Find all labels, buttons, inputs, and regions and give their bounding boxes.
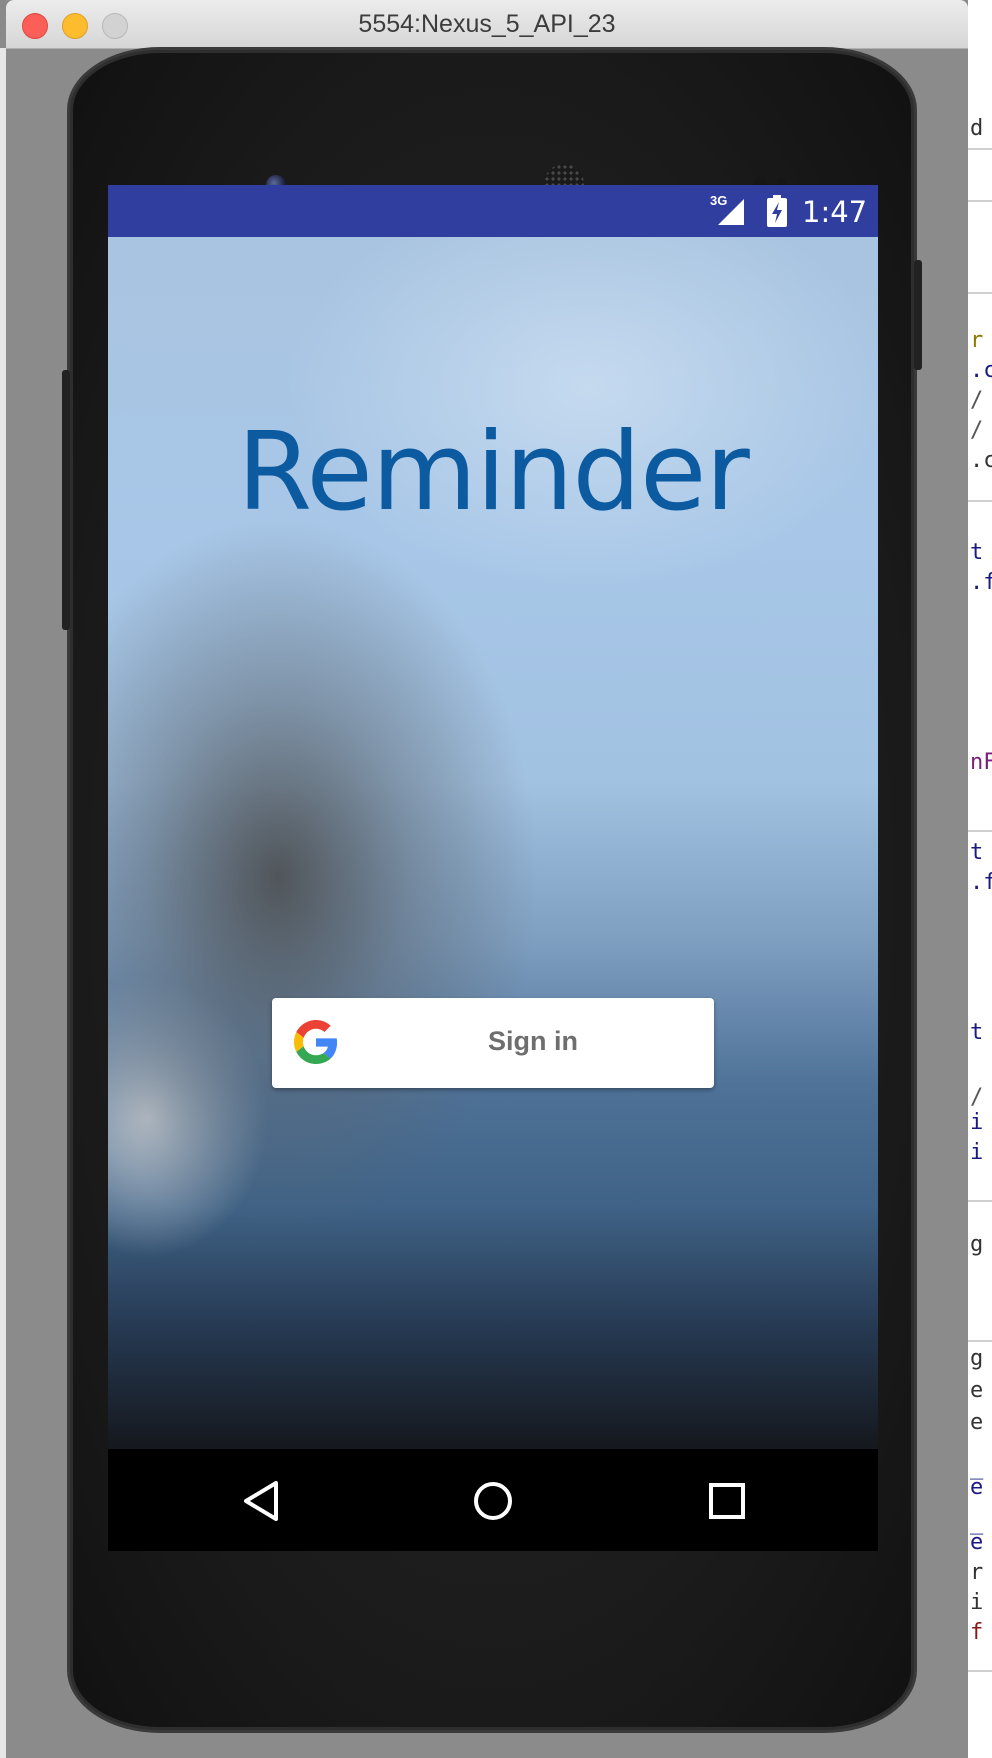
- ide-fragment: r: [970, 328, 984, 353]
- battery-charging-icon: [767, 195, 787, 227]
- ide-fragment: e: [970, 1410, 984, 1435]
- ide-fragment: i: [970, 1110, 984, 1135]
- ide-fragment: e: [970, 1378, 984, 1403]
- ide-divider: [968, 148, 992, 150]
- app-content: Reminder Sign in: [108, 237, 878, 1449]
- volume-button: [62, 370, 70, 630]
- power-button: [914, 260, 922, 370]
- ide-fragment: .c: [970, 448, 992, 473]
- ide-divider: [968, 200, 992, 202]
- ide-fragment: t: [970, 1020, 984, 1045]
- ide-divider: [968, 1340, 992, 1342]
- ide-divider: [968, 1200, 992, 1202]
- ide-fragment: r: [970, 1560, 984, 1585]
- signal-strength-icon: [718, 199, 744, 225]
- ide-fragment: .f: [970, 570, 992, 595]
- ide-fragment: nF: [970, 750, 992, 775]
- ide-fragment: .f: [970, 870, 992, 895]
- status-time: 1:47: [802, 195, 868, 229]
- back-icon[interactable]: [240, 1480, 282, 1522]
- navigation-bar: [108, 1449, 878, 1551]
- sign-in-label: Sign in: [488, 1026, 578, 1056]
- device-screen: 3G 1:47 Reminder Sign in: [108, 185, 878, 1551]
- ide-fragment: g: [970, 1346, 984, 1371]
- ide-fragment: d: [970, 116, 984, 141]
- ide-fragment: e: [970, 1530, 984, 1555]
- status-bar: 3G 1:47: [108, 185, 878, 237]
- window-titlebar[interactable]: 5554:Nexus_5_API_23: [6, 0, 968, 49]
- ide-fragment: /: [970, 418, 984, 443]
- ide-divider: [968, 500, 992, 502]
- ide-fragment: /: [970, 388, 984, 413]
- google-sign-in-button[interactable]: Sign in: [272, 998, 714, 1088]
- home-icon[interactable]: [472, 1480, 514, 1522]
- app-title: Reminder: [237, 410, 750, 535]
- ide-divider: [968, 830, 992, 832]
- ide-fragment: t: [970, 840, 984, 865]
- background-ide-window: d r .c / / .c t .f nF t .f t / i i g g e…: [968, 0, 992, 1758]
- recents-icon[interactable]: [706, 1480, 748, 1522]
- ide-fragment: .c: [970, 358, 992, 383]
- ide-fragment: i: [970, 1140, 984, 1165]
- ide-fragment: g: [970, 1232, 984, 1257]
- ide-fragment: e: [970, 1475, 984, 1500]
- ide-divider: [968, 1670, 992, 1672]
- ide-fragment: /: [970, 1085, 984, 1110]
- ide-fragment: f: [970, 1620, 984, 1645]
- window-title: 5554:Nexus_5_API_23: [358, 10, 616, 38]
- google-g-icon: [294, 1020, 338, 1064]
- ide-fragment: i: [970, 1590, 984, 1615]
- ide-divider: [968, 292, 992, 294]
- ide-fragment: t: [970, 540, 984, 565]
